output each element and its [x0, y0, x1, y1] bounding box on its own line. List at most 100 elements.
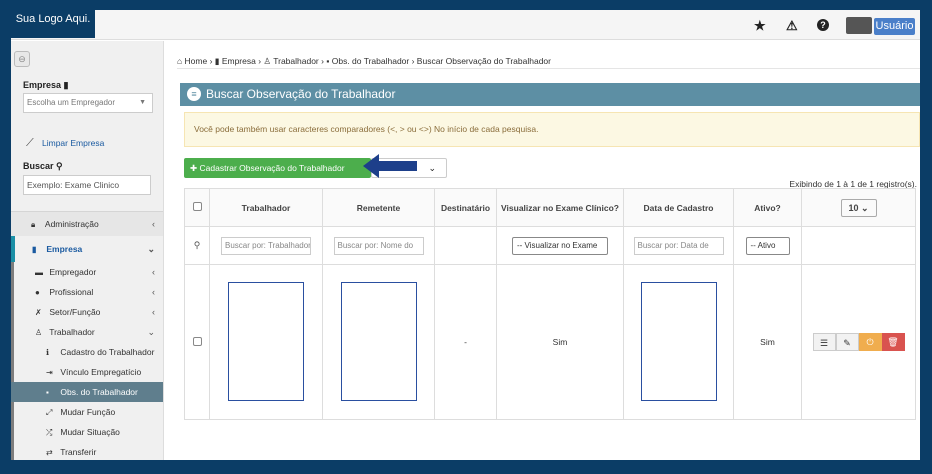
filter-remetente-cell: Buscar por: Nome do: [322, 226, 435, 265]
star-icon[interactable]: ★: [754, 18, 766, 34]
search-icon: ⚲: [193, 240, 201, 250]
page-size-cell: 10 ⌄: [801, 188, 916, 227]
empresa-select[interactable]: Escolha um Empregador ▼: [23, 93, 153, 113]
filter-data-cell: Buscar por: Data de: [623, 226, 734, 265]
breadcrumb-trabalhador[interactable]: Trabalhador: [273, 56, 319, 66]
chevron-left-icon: ‹: [152, 287, 155, 297]
sidebar-menu: 🔒︎ Administração ‹ ▮ Empresa ⌄ ▬ Emprega…: [11, 211, 163, 460]
sidebar-item-empresa[interactable]: ▮ Empresa ⌄: [11, 236, 163, 262]
chevron-left-icon: ‹: [152, 219, 155, 229]
sidebar-item-mudar-funcao[interactable]: ⤢ Mudar Função: [11, 402, 163, 422]
breadcrumb: ⌂ Home › ▮ Empresa › ♙ Trabalhador › ▪ O…: [177, 53, 920, 69]
limpar-empresa-link[interactable]: Limpar Empresa: [42, 138, 104, 148]
info-icon: ℹ: [46, 348, 50, 357]
filter-ativo-value: -- Ativo: [750, 240, 776, 250]
chevron-down-icon: ▼: [139, 99, 146, 106]
file-icon: ▪: [326, 56, 330, 66]
breadcrumb-obs[interactable]: Obs. do Trabalhador: [332, 56, 410, 66]
chevron-left-icon: ‹: [152, 307, 155, 317]
cell-trabalhador: [209, 264, 323, 420]
filter-visualizar-cell: -- Visualizar no Exame: [496, 226, 624, 265]
col-destinatario[interactable]: Destinatário: [434, 188, 497, 227]
breadcrumb-current: Buscar Observação do Trabalhador: [416, 56, 551, 66]
avatar[interactable]: [846, 17, 872, 34]
col-data-cadastro[interactable]: Data de Cadastro: [623, 188, 734, 227]
add-observation-button[interactable]: ✚ Cadastrar Observação do Trabalhador: [184, 158, 371, 178]
filter-data-input[interactable]: Buscar por: Data de: [633, 236, 724, 255]
filter-visualizar-value: -- Visualizar no Exame: [517, 240, 598, 250]
sidebar-item-label: Vínculo Empregatício: [60, 367, 142, 377]
buscar-input[interactable]: Exemplo: Exame Clinico: [23, 175, 151, 195]
user-menu-button[interactable]: Usuário: [874, 18, 915, 35]
filter-trabalhador-cell: Buscar por: Trabalhador: [209, 226, 323, 265]
cell-remetente: [322, 264, 435, 420]
sidebar-item-label: Setor/Função: [49, 307, 101, 317]
home-icon: ⌂: [177, 56, 183, 66]
logo: Sua Logo Aqui.: [11, 10, 95, 38]
view-list-icon[interactable]: ☰: [812, 333, 836, 351]
sidebar-item-label: Profissional: [49, 287, 94, 297]
chevron-down-icon: ⌄: [428, 163, 436, 173]
select-all-checkbox[interactable]: [192, 202, 202, 211]
cell-ativo: Sim: [733, 264, 802, 420]
page-size-value: 10: [848, 202, 859, 213]
person-icon: ♙: [263, 56, 272, 66]
page-title: Buscar Observação do Trabalhador: [206, 87, 396, 101]
row-select-cell[interactable]: [184, 264, 210, 420]
sidebar-item-cadastro-trabalhador[interactable]: ℹ Cadastro do Trabalhador: [11, 342, 163, 362]
panel-header: ≡ Buscar Observação do Trabalhador: [180, 83, 920, 106]
filter-remetente-input[interactable]: Buscar por: Nome do: [333, 236, 424, 255]
filter-ativo-select[interactable]: -- Ativo: [745, 236, 790, 255]
briefcase-icon: ▬: [35, 268, 43, 277]
sidebar-item-profissional[interactable]: ● Profissional ‹: [11, 282, 163, 302]
sidebar-collapse-icon[interactable]: ⊖: [14, 51, 30, 67]
edit-icon[interactable]: ✎: [835, 333, 859, 351]
sidebar-item-administracao[interactable]: 🔒︎ Administração ‹: [11, 211, 163, 236]
building-icon: ▮: [32, 245, 37, 254]
sidebar-item-setor-funcao[interactable]: ✗ Setor/Função ‹: [11, 302, 163, 322]
empresa-label: Empresa ▮: [23, 80, 69, 90]
tools-icon: ✗: [35, 308, 42, 317]
app-frame: Sua Logo Aqui. ★ ⚠ ? Usuário ⊖ Empresa ▮…: [11, 10, 920, 460]
redacted-box: [340, 281, 417, 401]
building-icon: ▮: [63, 80, 69, 90]
warning-icon[interactable]: ⚠: [786, 18, 798, 34]
redacted-box: [640, 281, 717, 401]
broom-icon: ⟋: [26, 137, 34, 149]
chevron-left-icon: ‹: [152, 267, 155, 277]
trash-icon[interactable]: 🗑︎: [881, 333, 905, 351]
filter-trabalhador-input[interactable]: Buscar por: Trabalhador: [221, 236, 311, 255]
power-icon[interactable]: ⏻: [858, 333, 882, 351]
plus-icon: ✚: [190, 163, 198, 173]
table-row[interactable]: - Sim Sim ☰ ✎ ⏻ 🗑︎: [184, 264, 916, 420]
cell-destinatario: -: [434, 264, 497, 420]
table-header-row: Trabalhador Remetente Destinatário Visua…: [184, 188, 916, 227]
sidebar-item-label: Mudar Situação: [60, 427, 120, 437]
row-checkbox[interactable]: [192, 336, 202, 346]
select-all-cell[interactable]: [184, 188, 210, 227]
sidebar-item-mudar-situacao[interactable]: ⤮ Mudar Situação: [11, 422, 163, 442]
col-trabalhador[interactable]: Trabalhador: [209, 188, 323, 227]
sidebar-item-obs-trabalhador[interactable]: ▪ Obs. do Trabalhador: [11, 382, 163, 402]
filter-visualizar-select[interactable]: -- Visualizar no Exame: [512, 236, 608, 255]
sidebar-item-label: Cadastro do Trabalhador: [60, 347, 155, 357]
sidebar-item-vinculo-empregaticio[interactable]: ⇥ Vínculo Empregatício: [11, 362, 163, 382]
sidebar-item-label: Empregador: [49, 267, 97, 277]
col-ativo[interactable]: Ativo?: [733, 188, 802, 227]
col-visualizar[interactable]: Visualizar no Exame Clínico?: [496, 188, 624, 227]
cell-actions: ☰ ✎ ⏻ 🗑︎: [801, 264, 916, 420]
top-bar: Sua Logo Aqui. ★ ⚠ ? Usuário: [11, 10, 920, 40]
breadcrumb-empresa[interactable]: Empresa: [222, 56, 256, 66]
arrow-annotation-icon: [363, 154, 417, 178]
col-remetente[interactable]: Remetente: [322, 188, 435, 227]
page-size-select[interactable]: 10 ⌄: [840, 198, 877, 217]
buscar-label: Buscar ⚲: [23, 161, 63, 171]
sidebar-item-empregador[interactable]: ▬ Empregador ‹: [11, 262, 163, 282]
sidebar-item-transferir[interactable]: ⇄ Transferir: [11, 442, 163, 460]
document-icon: ≡: [187, 87, 201, 101]
sidebar-item-trabalhador[interactable]: ♙ Trabalhador ⌄: [11, 322, 163, 342]
help-icon[interactable]: ?: [817, 19, 829, 31]
breadcrumb-home[interactable]: Home: [185, 56, 208, 66]
filter-destinatario-cell: [434, 226, 497, 265]
cell-data-cadastro: [623, 264, 734, 420]
